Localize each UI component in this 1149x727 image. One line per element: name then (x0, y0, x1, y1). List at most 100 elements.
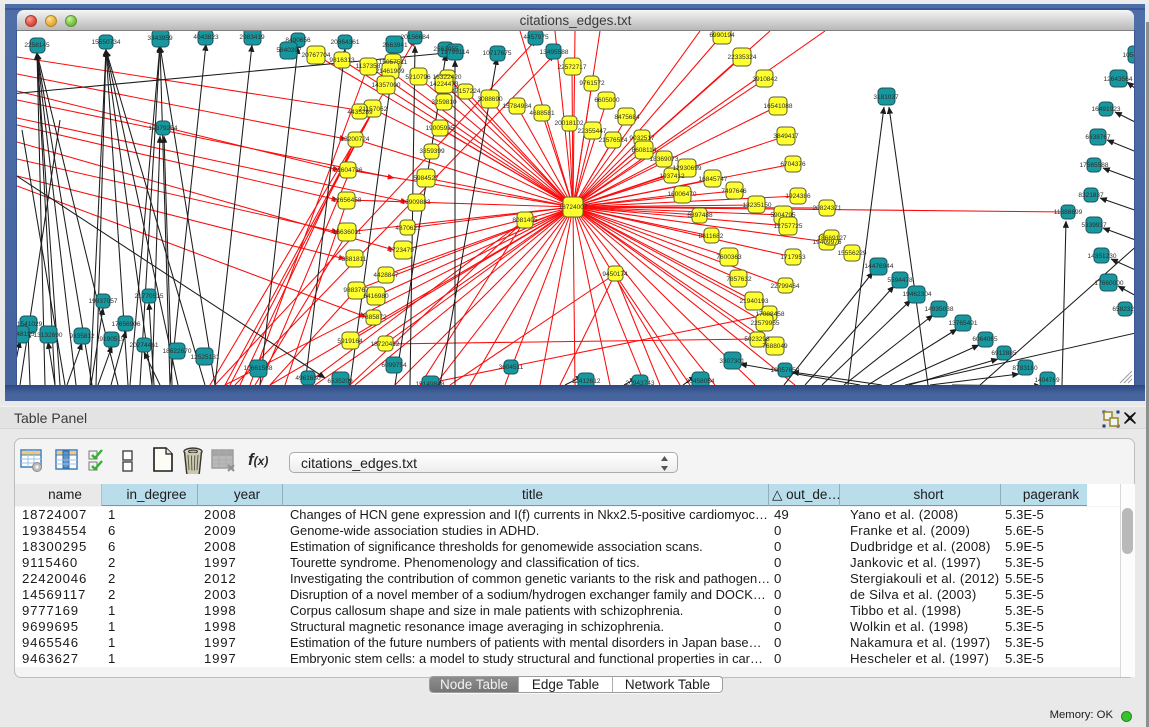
svg-text:3088690: 3088690 (477, 96, 503, 103)
svg-text:4961630: 4961630 (295, 375, 321, 382)
svg-text:1717953: 1717953 (780, 254, 806, 261)
svg-text:16491923: 16491923 (1092, 106, 1121, 113)
svg-text:3359399: 3359399 (419, 148, 445, 155)
svg-text:2663941: 2663941 (382, 42, 408, 49)
svg-text:3307301: 3307301 (719, 358, 745, 365)
svg-text:13495588: 13495588 (540, 49, 569, 56)
svg-text:8611682: 8611682 (699, 233, 724, 240)
svg-text:12643564: 12643564 (1104, 76, 1133, 83)
svg-text:8475684: 8475684 (614, 114, 640, 121)
svg-text:6099754: 6099754 (381, 362, 407, 369)
svg-text:7600363: 7600363 (716, 254, 742, 261)
svg-text:10717675: 10717675 (483, 50, 512, 57)
svg-text:12525131: 12525131 (191, 354, 220, 361)
svg-text:8783180: 8783180 (1012, 365, 1038, 372)
svg-text:15784984: 15784984 (503, 103, 532, 110)
svg-text:5023298: 5023298 (744, 336, 770, 343)
svg-text:17088458: 17088458 (756, 311, 785, 318)
svg-text:7885872: 7885872 (361, 314, 387, 321)
svg-text:4457975: 4457975 (523, 34, 549, 41)
svg-text:14351230: 14351230 (1088, 253, 1117, 260)
svg-text:20364361: 20364361 (331, 39, 360, 46)
svg-text:20274461: 20274461 (130, 342, 159, 349)
svg-text:17660000: 17660000 (1095, 280, 1124, 287)
svg-text:1937412: 1937412 (659, 173, 685, 180)
svg-text:6704376: 6704376 (780, 161, 806, 168)
svg-text:18724007: 18724007 (559, 204, 588, 211)
svg-text:8321837: 8321837 (1078, 192, 1104, 199)
svg-text:2983419: 2983419 (239, 34, 265, 41)
svg-text:13235150: 13235150 (743, 202, 772, 209)
svg-text:18622670: 18622670 (163, 348, 192, 355)
svg-text:22355447: 22355447 (578, 128, 607, 135)
svg-text:21770515: 21770515 (135, 293, 164, 300)
svg-text:3343959: 3343959 (147, 35, 173, 42)
svg-text:17565588: 17565588 (1080, 162, 1109, 169)
svg-text:4870621: 4870621 (395, 225, 421, 232)
svg-text:19799114: 19799114 (441, 49, 470, 56)
svg-text:18720412: 18720412 (371, 341, 400, 348)
svg-text:5984527: 5984527 (413, 175, 439, 182)
svg-text:6912885: 6912885 (991, 350, 1017, 357)
svg-text:9761572: 9761572 (579, 80, 605, 87)
svg-text:17234797: 17234797 (389, 247, 418, 254)
svg-text:13200724: 13200724 (341, 136, 370, 143)
svg-text:15550734: 15550734 (92, 39, 121, 46)
svg-text:4688581: 4688581 (529, 110, 555, 117)
svg-text:16322420: 16322420 (433, 74, 462, 81)
svg-text:5904795: 5904795 (770, 212, 796, 219)
svg-text:7857632: 7857632 (726, 276, 752, 283)
svg-text:5339937: 5339937 (1081, 222, 1107, 229)
svg-text:9032517: 9032517 (629, 135, 655, 142)
svg-text:6638767: 6638767 (1085, 134, 1111, 141)
svg-text:4435289: 4435289 (347, 109, 373, 116)
svg-text:7497646: 7497646 (721, 188, 747, 195)
svg-text:7688049: 7688049 (762, 343, 788, 350)
svg-text:22579965: 22579965 (751, 320, 780, 327)
svg-text:6416980: 6416980 (363, 293, 389, 300)
svg-text:5210796: 5210796 (405, 74, 431, 81)
svg-text:5840397: 5840397 (276, 47, 302, 54)
svg-text:22335324: 22335324 (728, 54, 757, 61)
svg-text:16006470: 16006470 (668, 191, 697, 198)
svg-text:3259810: 3259810 (431, 99, 457, 106)
svg-text:22572717: 22572717 (558, 64, 587, 71)
svg-text:5594478: 5594478 (887, 277, 913, 284)
svg-text:3881811: 3881811 (342, 256, 367, 263)
svg-text:9450174: 9450174 (602, 271, 628, 278)
svg-text:21940193: 21940193 (740, 298, 769, 305)
svg-text:3910842: 3910842 (752, 76, 778, 83)
svg-text:6990194: 6990194 (709, 32, 735, 39)
svg-text:15057511: 15057511 (379, 59, 408, 66)
svg-text:8397488: 8397488 (687, 212, 713, 219)
svg-text:18669127: 18669127 (818, 235, 847, 242)
svg-text:13132690: 13132690 (34, 332, 63, 339)
svg-text:12656458: 12656458 (333, 197, 362, 204)
svg-text:14935038: 14935038 (925, 306, 954, 313)
svg-text:3181037: 3181037 (873, 94, 899, 101)
svg-text:1404769: 1404769 (1034, 377, 1060, 384)
svg-text:20458054: 20458054 (686, 378, 715, 385)
svg-text:12412612: 12412612 (572, 378, 601, 385)
svg-text:6605000: 6605000 (594, 97, 620, 104)
svg-text:1924386: 1924386 (785, 193, 811, 200)
svg-text:11388699: 11388699 (1054, 209, 1083, 216)
svg-text:10549441: 10549441 (1123, 52, 1134, 59)
svg-text:16909883: 16909883 (402, 199, 431, 206)
svg-text:20767704: 20767704 (302, 52, 331, 59)
svg-text:13765491: 13765491 (949, 320, 978, 327)
svg-text:6064065: 6064065 (972, 336, 998, 343)
svg-text:8490656: 8490656 (285, 37, 311, 44)
svg-text:19937057: 19937057 (89, 298, 118, 305)
svg-text:3849417: 3849417 (773, 133, 799, 140)
svg-text:14224473: 14224473 (430, 81, 459, 88)
svg-text:17656906: 17656906 (112, 321, 141, 328)
svg-text:20018102: 20018102 (555, 120, 584, 127)
svg-text:19462304: 19462304 (903, 291, 932, 298)
svg-text:16636011: 16636011 (333, 229, 362, 236)
svg-text:9190519: 9190519 (99, 336, 125, 343)
svg-text:5919164: 5919164 (337, 338, 363, 345)
svg-text:21576524: 21576524 (599, 137, 628, 144)
svg-text:16541088: 16541088 (764, 103, 793, 110)
svg-text:10661588: 10661588 (244, 365, 273, 372)
